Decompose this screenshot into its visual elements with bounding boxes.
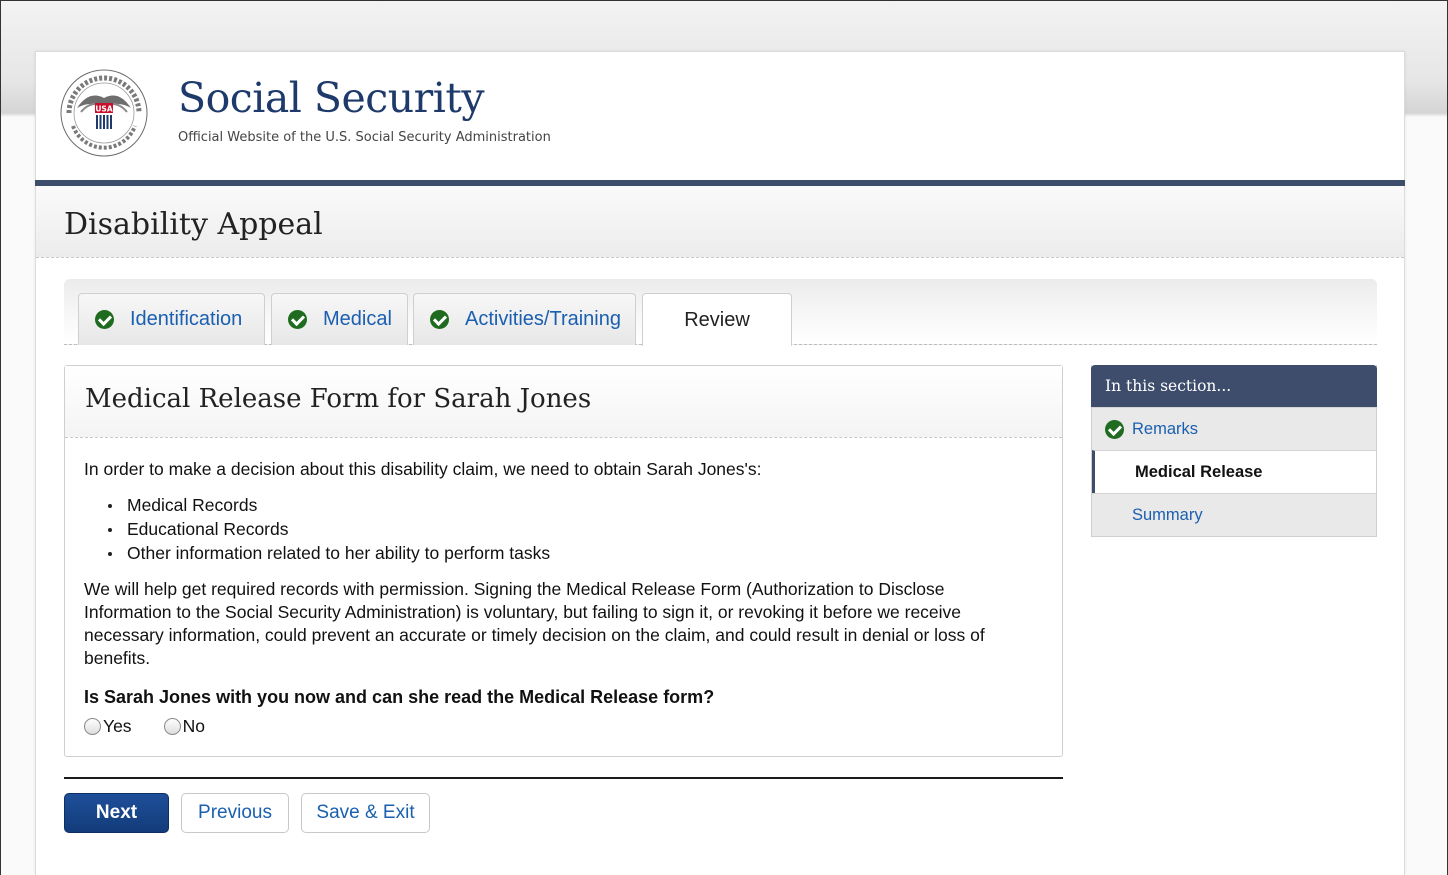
ssa-seal-logo: USA <box>60 69 148 157</box>
section-nav-label: Summary <box>1132 505 1203 524</box>
radio-button[interactable] <box>163 718 181 735</box>
radio-button[interactable] <box>84 718 101 735</box>
tab-label: Review <box>684 308 750 331</box>
tab-review[interactable]: Review <box>642 293 792 346</box>
panel-header: Medical Release Form for Sarah Jones <box>65 366 1062 438</box>
checkmark-icon <box>95 310 114 329</box>
tab-label: Activities/Training <box>465 308 621 330</box>
page-title: Disability Appeal <box>64 207 323 242</box>
page-title-band: Disability Appeal <box>36 186 1404 258</box>
answer-radio-group: Yes No <box>84 716 1034 737</box>
records-list: Medical Records Educational Records Othe… <box>84 493 1034 565</box>
page-container: USA Social Security Official Website of … <box>35 51 1405 875</box>
consent-paragraph: We will help get required records with p… <box>84 579 985 668</box>
radio-label: Yes <box>103 716 132 736</box>
radio-no[interactable]: No <box>163 716 205 737</box>
intro-text: In order to make a decision about this d… <box>84 459 762 479</box>
list-item: Medical Records <box>84 493 1034 517</box>
section-nav-label: Medical Release <box>1135 462 1263 481</box>
next-button[interactable]: Next <box>64 793 169 833</box>
list-item: Educational Records <box>84 517 1034 541</box>
section-nav: In this section... Remarks Medical Relea… <box>1091 365 1377 537</box>
tab-label: Identification <box>130 308 243 330</box>
checkmark-icon <box>430 310 449 329</box>
seal-text: USA <box>95 105 112 114</box>
panel-body: In order to make a decision about this d… <box>84 459 1034 737</box>
panel-title: Medical Release Form for Sarah Jones <box>85 384 592 414</box>
site-title[interactable]: Social Security <box>178 78 485 119</box>
question-label: Is Sarah Jones with you now and can she … <box>84 687 715 707</box>
checkmark-icon <box>288 310 307 329</box>
tab-medical[interactable]: Medical <box>271 293 408 345</box>
section-nav-item-summary[interactable]: Summary <box>1092 493 1376 536</box>
checkmark-icon <box>1105 419 1124 439</box>
divider <box>64 777 1063 779</box>
tab-label: Medical <box>323 308 392 330</box>
tab-bar: Identification Medical Activities/Traini… <box>64 279 1377 346</box>
radio-yes[interactable]: Yes <box>84 716 132 737</box>
section-nav-item-remarks[interactable]: Remarks <box>1092 407 1376 450</box>
tab-activities-training[interactable]: Activities/Training <box>413 293 636 345</box>
site-header: USA Social Security Official Website of … <box>36 52 1404 180</box>
save-exit-button[interactable]: Save & Exit <box>301 793 430 833</box>
tab-identification[interactable]: Identification <box>78 293 265 345</box>
previous-button[interactable]: Previous <box>181 793 289 833</box>
section-nav-item-medical-release[interactable]: Medical Release <box>1092 450 1376 493</box>
list-item: Other information related to her ability… <box>84 541 1034 565</box>
radio-label: No <box>182 716 205 736</box>
site-subtitle: Official Website of the U.S. Social Secu… <box>178 130 551 145</box>
section-nav-heading: In this section... <box>1091 365 1377 407</box>
section-nav-label: Remarks <box>1132 419 1199 438</box>
